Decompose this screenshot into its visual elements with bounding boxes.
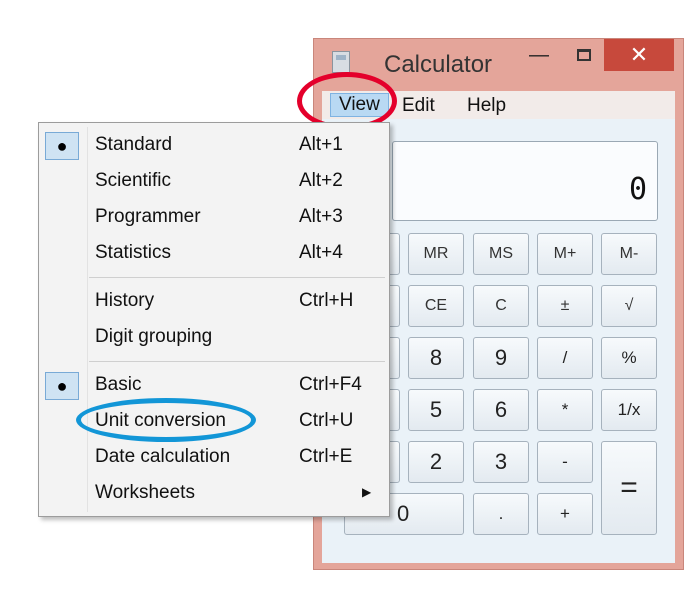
submenu-arrow-icon: ▶: [362, 485, 372, 499]
key-percent[interactable]: %: [601, 337, 657, 379]
menu-item-shortcut: Ctrl+E: [299, 446, 353, 467]
display-value: 0: [628, 172, 647, 207]
menu-item-history[interactable]: History Ctrl+H: [39, 284, 389, 318]
menu-edit[interactable]: Edit: [394, 95, 443, 119]
blue-annotation-ellipse: [76, 398, 256, 442]
key-ms[interactable]: MS: [473, 233, 529, 275]
maximize-icon: [577, 49, 591, 61]
menu-item-label: Date calculation: [95, 446, 231, 467]
result-display: 0: [392, 141, 658, 221]
calculator-app-icon: [332, 51, 350, 73]
minimize-button[interactable]: —: [519, 39, 559, 71]
menu-separator: [89, 361, 385, 362]
menu-item-label: Programmer: [95, 206, 201, 227]
key-sqrt[interactable]: √: [601, 285, 657, 327]
key-3[interactable]: 3: [473, 441, 529, 483]
close-button[interactable]: ✕: [604, 39, 674, 71]
key-ce[interactable]: CE: [408, 285, 464, 327]
menu-item-shortcut: Ctrl+U: [299, 410, 354, 431]
key-8[interactable]: 8: [408, 337, 464, 379]
maximize-button[interactable]: [564, 39, 604, 71]
menu-item-label: History: [95, 290, 155, 311]
menu-item-programmer[interactable]: Programmer Alt+3: [39, 200, 389, 234]
menu-item-shortcut: Alt+3: [299, 206, 343, 227]
menu-item-standard[interactable]: ● Standard Alt+1: [39, 128, 389, 162]
key-decimal[interactable]: .: [473, 493, 529, 535]
key-reciprocal[interactable]: 1/x: [601, 389, 657, 431]
menu-item-scientific[interactable]: Scientific Alt+2: [39, 164, 389, 198]
view-menu-dropdown: ● Standard Alt+1 Scientific Alt+2 Progra…: [38, 122, 390, 517]
window-title: Calculator: [384, 51, 493, 78]
key-5[interactable]: 5: [408, 389, 464, 431]
key-plus[interactable]: +: [537, 493, 593, 535]
menu-item-basic[interactable]: ● Basic Ctrl+F4: [39, 368, 389, 402]
key-9[interactable]: 9: [473, 337, 529, 379]
key-plus-minus[interactable]: ±: [537, 285, 593, 327]
menu-item-label: Standard: [95, 134, 173, 155]
menu-item-shortcut: Alt+1: [299, 134, 343, 155]
menu-item-label: Worksheets: [95, 482, 195, 503]
menu-item-label: Statistics: [95, 242, 172, 263]
key-minus[interactable]: -: [537, 441, 593, 483]
menu-item-shortcut: Alt+2: [299, 170, 343, 191]
menu-item-shortcut: Ctrl+F4: [299, 374, 362, 395]
key-6[interactable]: 6: [473, 389, 529, 431]
menu-item-shortcut: Ctrl+H: [299, 290, 354, 311]
menu-item-label: Basic: [95, 374, 142, 395]
menu-item-digit-grouping[interactable]: Digit grouping: [39, 320, 389, 354]
menu-item-date-calculation[interactable]: Date calculation Ctrl+E: [39, 440, 389, 474]
menu-item-statistics[interactable]: Statistics Alt+4: [39, 236, 389, 270]
menu-item-shortcut: Alt+4: [299, 242, 343, 263]
radio-bullet-icon: ●: [45, 132, 79, 160]
key-divide[interactable]: /: [537, 337, 593, 379]
menu-help[interactable]: Help: [459, 95, 514, 119]
key-m-plus[interactable]: M+: [537, 233, 593, 275]
menu-item-label: Scientific: [95, 170, 172, 191]
key-2[interactable]: 2: [408, 441, 464, 483]
key-c[interactable]: C: [473, 285, 529, 327]
key-multiply[interactable]: *: [537, 389, 593, 431]
radio-bullet-icon: ●: [45, 372, 79, 400]
menu-item-label: Digit grouping: [95, 326, 213, 347]
key-equals[interactable]: =: [601, 441, 657, 535]
key-mr[interactable]: MR: [408, 233, 464, 275]
menu-item-worksheets[interactable]: Worksheets ▶: [39, 476, 389, 510]
menu-separator: [89, 277, 385, 278]
key-m-minus[interactable]: M-: [601, 233, 657, 275]
